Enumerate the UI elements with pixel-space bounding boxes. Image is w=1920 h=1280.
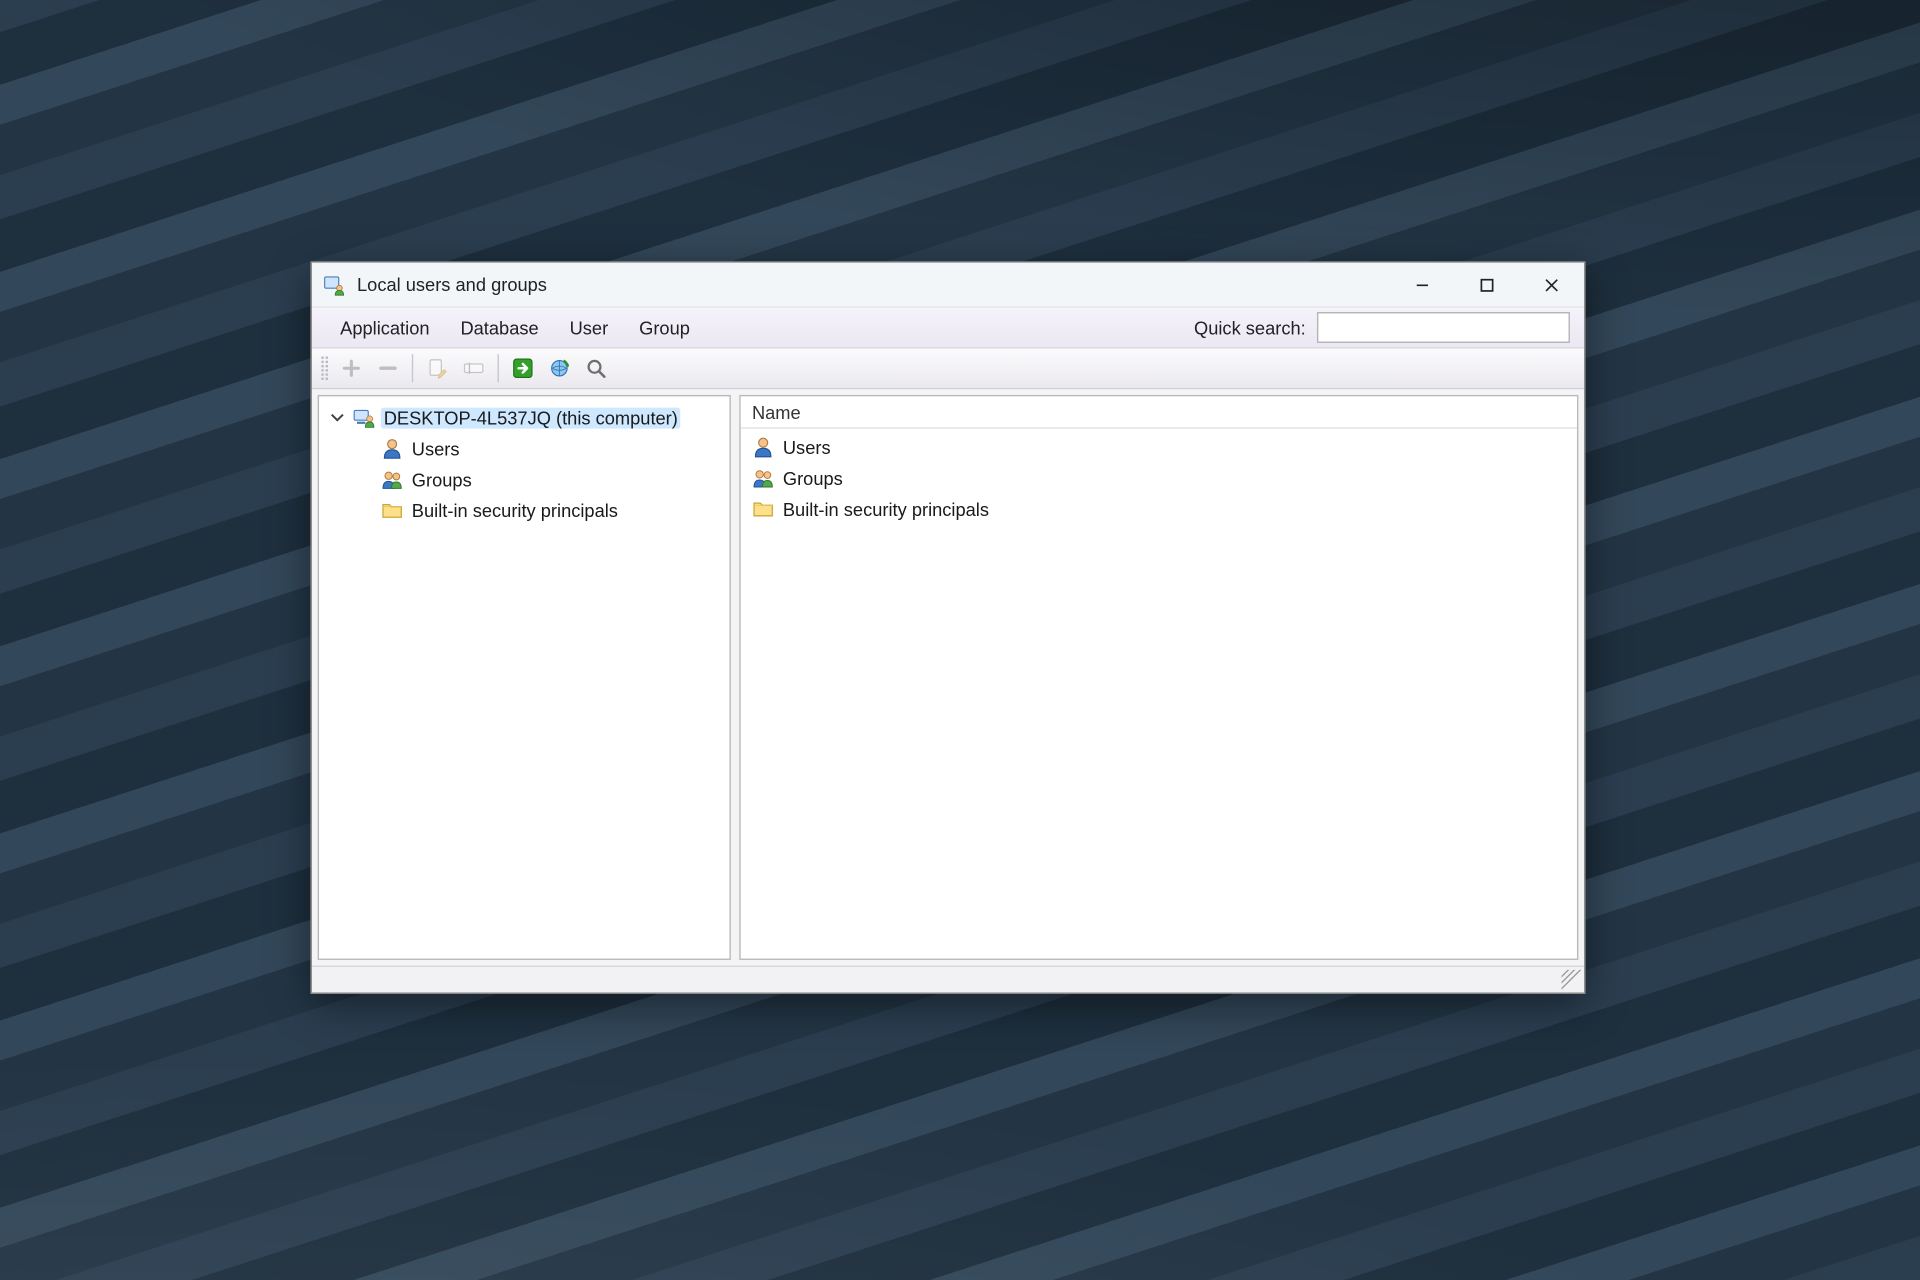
quick-search-label: Quick search: xyxy=(1194,317,1306,338)
user-icon xyxy=(752,436,774,458)
folder-icon xyxy=(752,498,774,520)
close-button[interactable] xyxy=(1519,263,1584,307)
folder-icon xyxy=(381,499,403,521)
add-button[interactable] xyxy=(335,353,369,384)
rename-button[interactable] xyxy=(457,353,491,384)
statusbar xyxy=(312,966,1584,993)
group-icon xyxy=(752,467,774,489)
menu-application[interactable]: Application xyxy=(326,313,444,343)
list-item-builtin[interactable]: Built-in security principals xyxy=(746,493,1571,524)
menu-user[interactable]: User xyxy=(556,313,623,343)
desktop-background: Local users and groups Application Datab… xyxy=(0,0,1920,1280)
column-name: Name xyxy=(752,401,801,422)
tree-node-groups[interactable]: Groups xyxy=(375,464,726,495)
tree-node-label: Built-in security principals xyxy=(409,500,621,521)
toolbar-separator xyxy=(498,354,499,382)
tree-node-builtin[interactable]: Built-in security principals xyxy=(375,495,726,526)
list-item-label: Built-in security principals xyxy=(783,498,989,519)
computer-users-icon xyxy=(353,406,375,428)
toolbar-grip xyxy=(320,356,328,381)
minimize-button[interactable] xyxy=(1390,263,1455,307)
maximize-button[interactable] xyxy=(1455,263,1520,307)
app-icon xyxy=(323,273,345,295)
go-button[interactable] xyxy=(506,353,540,384)
list-column-header[interactable]: Name xyxy=(741,396,1577,428)
search-button[interactable] xyxy=(579,353,613,384)
toolbar-separator xyxy=(412,354,413,382)
list-item-groups[interactable]: Groups xyxy=(746,462,1571,493)
group-icon xyxy=(381,468,403,490)
titlebar[interactable]: Local users and groups xyxy=(312,263,1584,308)
list-item-users[interactable]: Users xyxy=(746,431,1571,462)
tree-node-label: Groups xyxy=(409,469,475,490)
tree-root-node[interactable]: DESKTOP-4L537JQ (this computer) xyxy=(322,402,727,433)
refresh-button[interactable] xyxy=(543,353,577,384)
tree-node-label: Users xyxy=(409,438,462,459)
list-item-label: Groups xyxy=(783,467,843,488)
list-pane[interactable]: Name Users Groups Built-in security prin… xyxy=(739,395,1578,960)
menubar: Application Database User Group Quick se… xyxy=(312,308,1584,349)
resize-grip[interactable] xyxy=(1562,970,1582,990)
user-icon xyxy=(381,437,403,459)
list-item-label: Users xyxy=(783,436,831,457)
menu-database[interactable]: Database xyxy=(446,313,552,343)
window-title: Local users and groups xyxy=(357,274,547,295)
app-window: Local users and groups Application Datab… xyxy=(311,261,1586,993)
chevron-down-icon[interactable] xyxy=(327,410,347,424)
edit-button[interactable] xyxy=(420,353,454,384)
tree-node-users[interactable]: Users xyxy=(375,433,726,464)
menu-group[interactable]: Group xyxy=(625,313,704,343)
tree-pane[interactable]: DESKTOP-4L537JQ (this computer) Users Gr… xyxy=(318,395,731,960)
toolbar xyxy=(312,349,1584,390)
remove-button[interactable] xyxy=(371,353,405,384)
tree-root-label: DESKTOP-4L537JQ (this computer) xyxy=(381,407,681,428)
quick-search-input[interactable] xyxy=(1317,312,1570,343)
content-area: DESKTOP-4L537JQ (this computer) Users Gr… xyxy=(312,389,1584,965)
